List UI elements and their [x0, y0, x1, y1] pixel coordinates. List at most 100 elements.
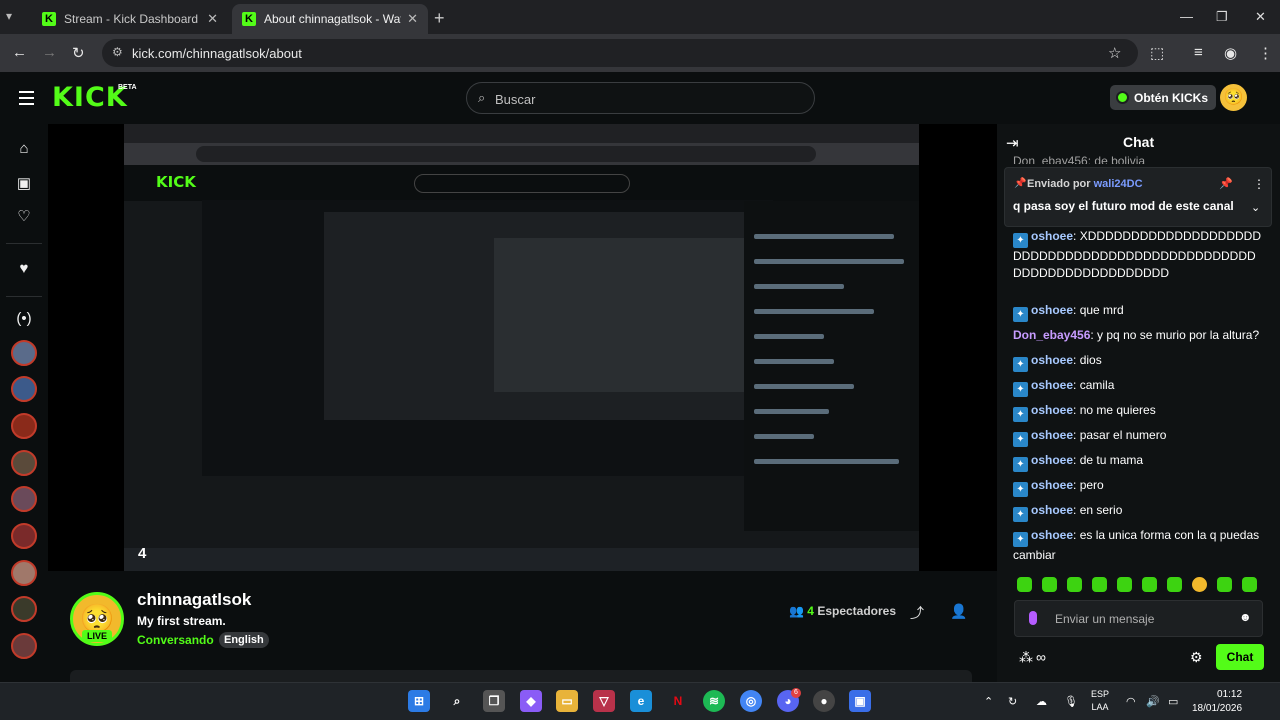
chevron-down-icon[interactable]: ⌄: [1251, 201, 1260, 214]
user-avatar[interactable]: 🥺: [1220, 84, 1247, 111]
followed-channel-avatar[interactable]: [11, 560, 37, 586]
followed-channel-avatar[interactable]: [11, 376, 37, 402]
following-icon[interactable]: ♡: [0, 207, 48, 225]
onedrive-icon[interactable]: ☁: [1036, 695, 1047, 708]
copilot-icon[interactable]: ◆: [520, 690, 542, 712]
volume-icon[interactable]: 🔊: [1146, 695, 1160, 708]
close-tab-icon[interactable]: ✕: [407, 11, 418, 27]
reload-button[interactable]: ↻: [72, 44, 85, 62]
menu-icon[interactable]: [19, 91, 34, 109]
app-icon[interactable]: ▽: [593, 690, 615, 712]
browser-tab-bar: ▾ K Stream - Kick Dashboard ✕ K About ch…: [0, 0, 1280, 34]
emote-icon[interactable]: [1067, 577, 1082, 592]
emote-icon[interactable]: [1017, 577, 1032, 592]
nested-chat-line: [754, 384, 854, 389]
left-sidebar: ⌂ ▣ ♡ ♥ (•): [0, 124, 48, 682]
maximize-window-button[interactable]: ❐: [1216, 9, 1228, 25]
pinned-message[interactable]: 📌 Enviado por wali24DC q pasa soy el fut…: [1004, 167, 1272, 227]
tab-about-page[interactable]: K About chinnagatlsok - Watch Li ✕: [232, 4, 428, 34]
emote-icon[interactable]: [1192, 577, 1207, 592]
new-tab-button[interactable]: +: [434, 8, 445, 29]
about-section-edge: [70, 670, 972, 682]
emote-icon[interactable]: [1042, 577, 1057, 592]
file-explorer-icon[interactable]: ▭: [556, 690, 578, 712]
close-window-button[interactable]: ✕: [1255, 9, 1266, 25]
obs-icon[interactable]: ●: [813, 690, 835, 712]
battery-icon[interactable]: ▭: [1168, 695, 1178, 708]
emote-icon[interactable]: [1092, 577, 1107, 592]
nested-chat-line: [754, 409, 829, 414]
chat-message: ✦ oshoee: en serio: [1013, 502, 1263, 522]
followed-channel-avatar[interactable]: [11, 633, 37, 659]
emote-icon[interactable]: [1117, 577, 1132, 592]
followed-channel-avatar[interactable]: [11, 413, 37, 439]
profile-icon[interactable]: ◉: [1224, 44, 1237, 62]
kicks-points-icon[interactable]: ⁂: [1019, 649, 1033, 666]
followed-channel-avatar[interactable]: [11, 523, 37, 549]
emote-icon[interactable]: [1142, 577, 1157, 592]
search-box[interactable]: ⌕: [466, 82, 815, 114]
unpin-icon[interactable]: 📌: [1219, 177, 1233, 190]
favorites-icon[interactable]: ♥: [0, 260, 48, 277]
follow-user-icon[interactable]: 👤: [950, 603, 967, 620]
task-view-icon[interactable]: ❐: [483, 690, 505, 712]
edge-icon[interactable]: e: [630, 690, 652, 712]
chat-message-input[interactable]: [1055, 610, 1235, 628]
search-icon[interactable]: ⌕: [446, 690, 468, 712]
minimize-window-button[interactable]: —: [1180, 9, 1193, 24]
followed-channel-avatar[interactable]: [11, 486, 37, 512]
more-options-icon[interactable]: ⋮: [1253, 177, 1265, 191]
emoji-picker-icon[interactable]: ☻: [1239, 610, 1252, 624]
stream-category[interactable]: Conversando: [137, 633, 214, 647]
chat-settings-icon[interactable]: ⚙: [1190, 649, 1203, 666]
browse-icon[interactable]: ▣: [0, 174, 48, 192]
chrome-icon[interactable]: ◎: [740, 690, 762, 712]
spotify-icon[interactable]: ≋: [703, 690, 725, 712]
site-info-icon[interactable]: ⚙: [112, 45, 123, 59]
followed-channel-avatar[interactable]: [11, 596, 37, 622]
get-kicks-button[interactable]: Obtén KICKs: [1110, 85, 1217, 110]
streamer-name[interactable]: chinnagatlsok: [137, 590, 251, 610]
chat-message: ✦ oshoee: es la unica forma con la q pued…: [1013, 528, 1260, 562]
input-language[interactable]: ESP LAA: [1091, 688, 1109, 714]
extensions-icon[interactable]: ⬚: [1150, 44, 1164, 62]
home-icon[interactable]: ⌂: [0, 140, 48, 157]
live-icon[interactable]: (•): [0, 310, 48, 327]
forward-button[interactable]: →: [42, 44, 57, 61]
microphone-icon[interactable]: [1029, 611, 1037, 625]
nested-address-bar: [124, 143, 919, 165]
emote-icon[interactable]: [1217, 577, 1232, 592]
share-icon[interactable]: ⤴: [910, 603, 924, 623]
tab-kick-dashboard[interactable]: K Stream - Kick Dashboard ✕: [32, 4, 228, 34]
search-input[interactable]: [495, 89, 795, 109]
followed-channel-avatar[interactable]: [11, 340, 37, 366]
stream-language-tag[interactable]: English: [219, 632, 269, 648]
browser-menu-icon[interactable]: ⋮: [1258, 44, 1273, 62]
send-chat-button[interactable]: Chat: [1216, 644, 1264, 670]
address-bar[interactable]: ⚙ kick.com/chinnagatlsok/about: [102, 39, 1138, 67]
show-hidden-icons[interactable]: ⌃: [984, 695, 993, 708]
followed-channel-avatar[interactable]: [11, 450, 37, 476]
close-tab-icon[interactable]: ✕: [207, 11, 218, 27]
kick-logo[interactable]: KICK: [52, 82, 128, 113]
infinity-icon: ∞: [1036, 649, 1046, 665]
emote-icon[interactable]: [1242, 577, 1257, 592]
bookmark-star-icon[interactable]: ☆: [1108, 44, 1121, 62]
tab-search-icon[interactable]: ▾: [6, 9, 12, 23]
start-menu-icon[interactable]: ⊞: [408, 690, 430, 712]
back-button[interactable]: ←: [12, 44, 27, 61]
user-badge-icon: ✦: [1013, 482, 1028, 497]
netflix-icon[interactable]: N: [667, 690, 689, 712]
emote-icon[interactable]: [1167, 577, 1182, 592]
microphone-icon[interactable]: 🎙: [1064, 695, 1078, 708]
user-badge-icon: ✦: [1013, 532, 1028, 547]
tray-app-icon[interactable]: ↻: [1008, 695, 1017, 708]
collapse-chat-icon[interactable]: ⇥: [1006, 134, 1019, 152]
wifi-icon[interactable]: ◠: [1126, 695, 1136, 708]
chat-title: Chat: [1123, 134, 1155, 150]
clock[interactable]: 01:12 18/01/2026: [1192, 688, 1242, 716]
reading-list-icon[interactable]: ≡: [1194, 44, 1203, 61]
app-icon[interactable]: ▣: [849, 690, 871, 712]
chat-input-box[interactable]: ☻: [1014, 600, 1263, 637]
nested-chat-line: [754, 309, 874, 314]
